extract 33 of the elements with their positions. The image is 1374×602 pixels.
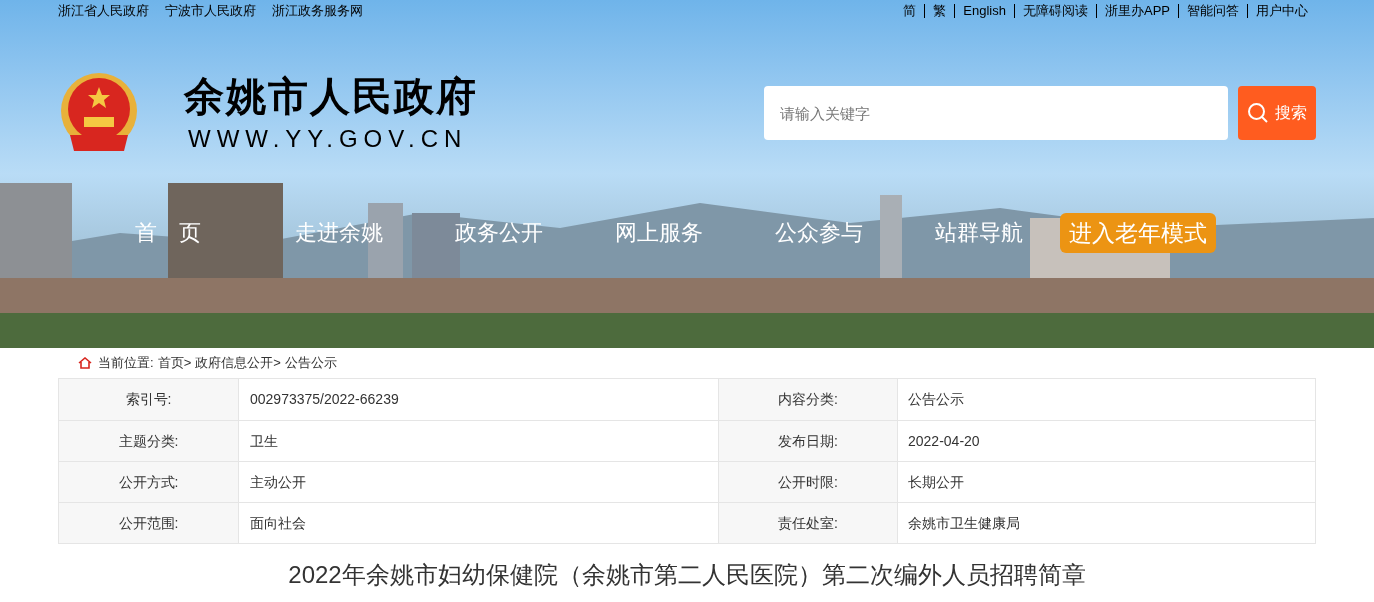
nav-link[interactable]: 首 页 <box>135 212 223 254</box>
top-link[interactable]: 用户中心 <box>1256 3 1308 18</box>
breadcrumb-link[interactable]: 政府信息公开 <box>195 353 274 373</box>
top-link[interactable]: 繁 <box>933 3 947 18</box>
breadcrumb-link[interactable]: 公告公示 <box>284 353 337 373</box>
top-link[interactable]: 浙江省人民政府 <box>58 2 149 20</box>
search-field[interactable]: 请输入关键字 <box>764 86 1228 140</box>
top-link[interactable]: 浙里办APP <box>1105 3 1170 18</box>
top-link[interactable]: 浙江政务服务网 <box>272 2 363 20</box>
site-domain: WWW.YY.GOV.CN <box>188 124 469 154</box>
breadcrumb-link[interactable]: 首页 <box>157 353 184 373</box>
breadcrumb-separator: > <box>183 354 192 373</box>
field-value: 余姚市卫生健康局 <box>907 513 1021 533</box>
field-label: 主题分类: <box>59 421 239 461</box>
field-label: 公开方式: <box>59 462 239 502</box>
field-label: 责任处室: <box>719 503 898 543</box>
field-label: 公开范围: <box>59 503 239 543</box>
article-title: 2022年余姚市妇幼保健院（余姚市第二人民医院）第二次编外人员招聘简章 <box>287 560 1087 590</box>
field-label: 内容分类: <box>719 379 898 420</box>
field-label: 发布日期: <box>719 421 898 461</box>
top-link[interactable]: 宁波市人民政府 <box>165 2 256 20</box>
breadcrumb-label: 当前位置: <box>98 354 154 373</box>
field-label: 公开时限: <box>719 462 898 502</box>
top-link[interactable]: English <box>963 3 1006 18</box>
top-link[interactable]: 无障碍阅读 <box>1023 3 1088 18</box>
field-value: 公告公示 <box>907 390 965 409</box>
field-label: 索引号: <box>59 379 239 420</box>
field-value: 长期公开 <box>907 472 965 492</box>
site-title: 余姚市人民政府 <box>184 73 478 120</box>
top-link[interactable]: 简 <box>903 3 917 18</box>
top-link[interactable]: 智能问答 <box>1187 3 1239 18</box>
field-value: 2022-04-20 <box>907 431 981 451</box>
breadcrumb-separator: > <box>273 354 281 373</box>
